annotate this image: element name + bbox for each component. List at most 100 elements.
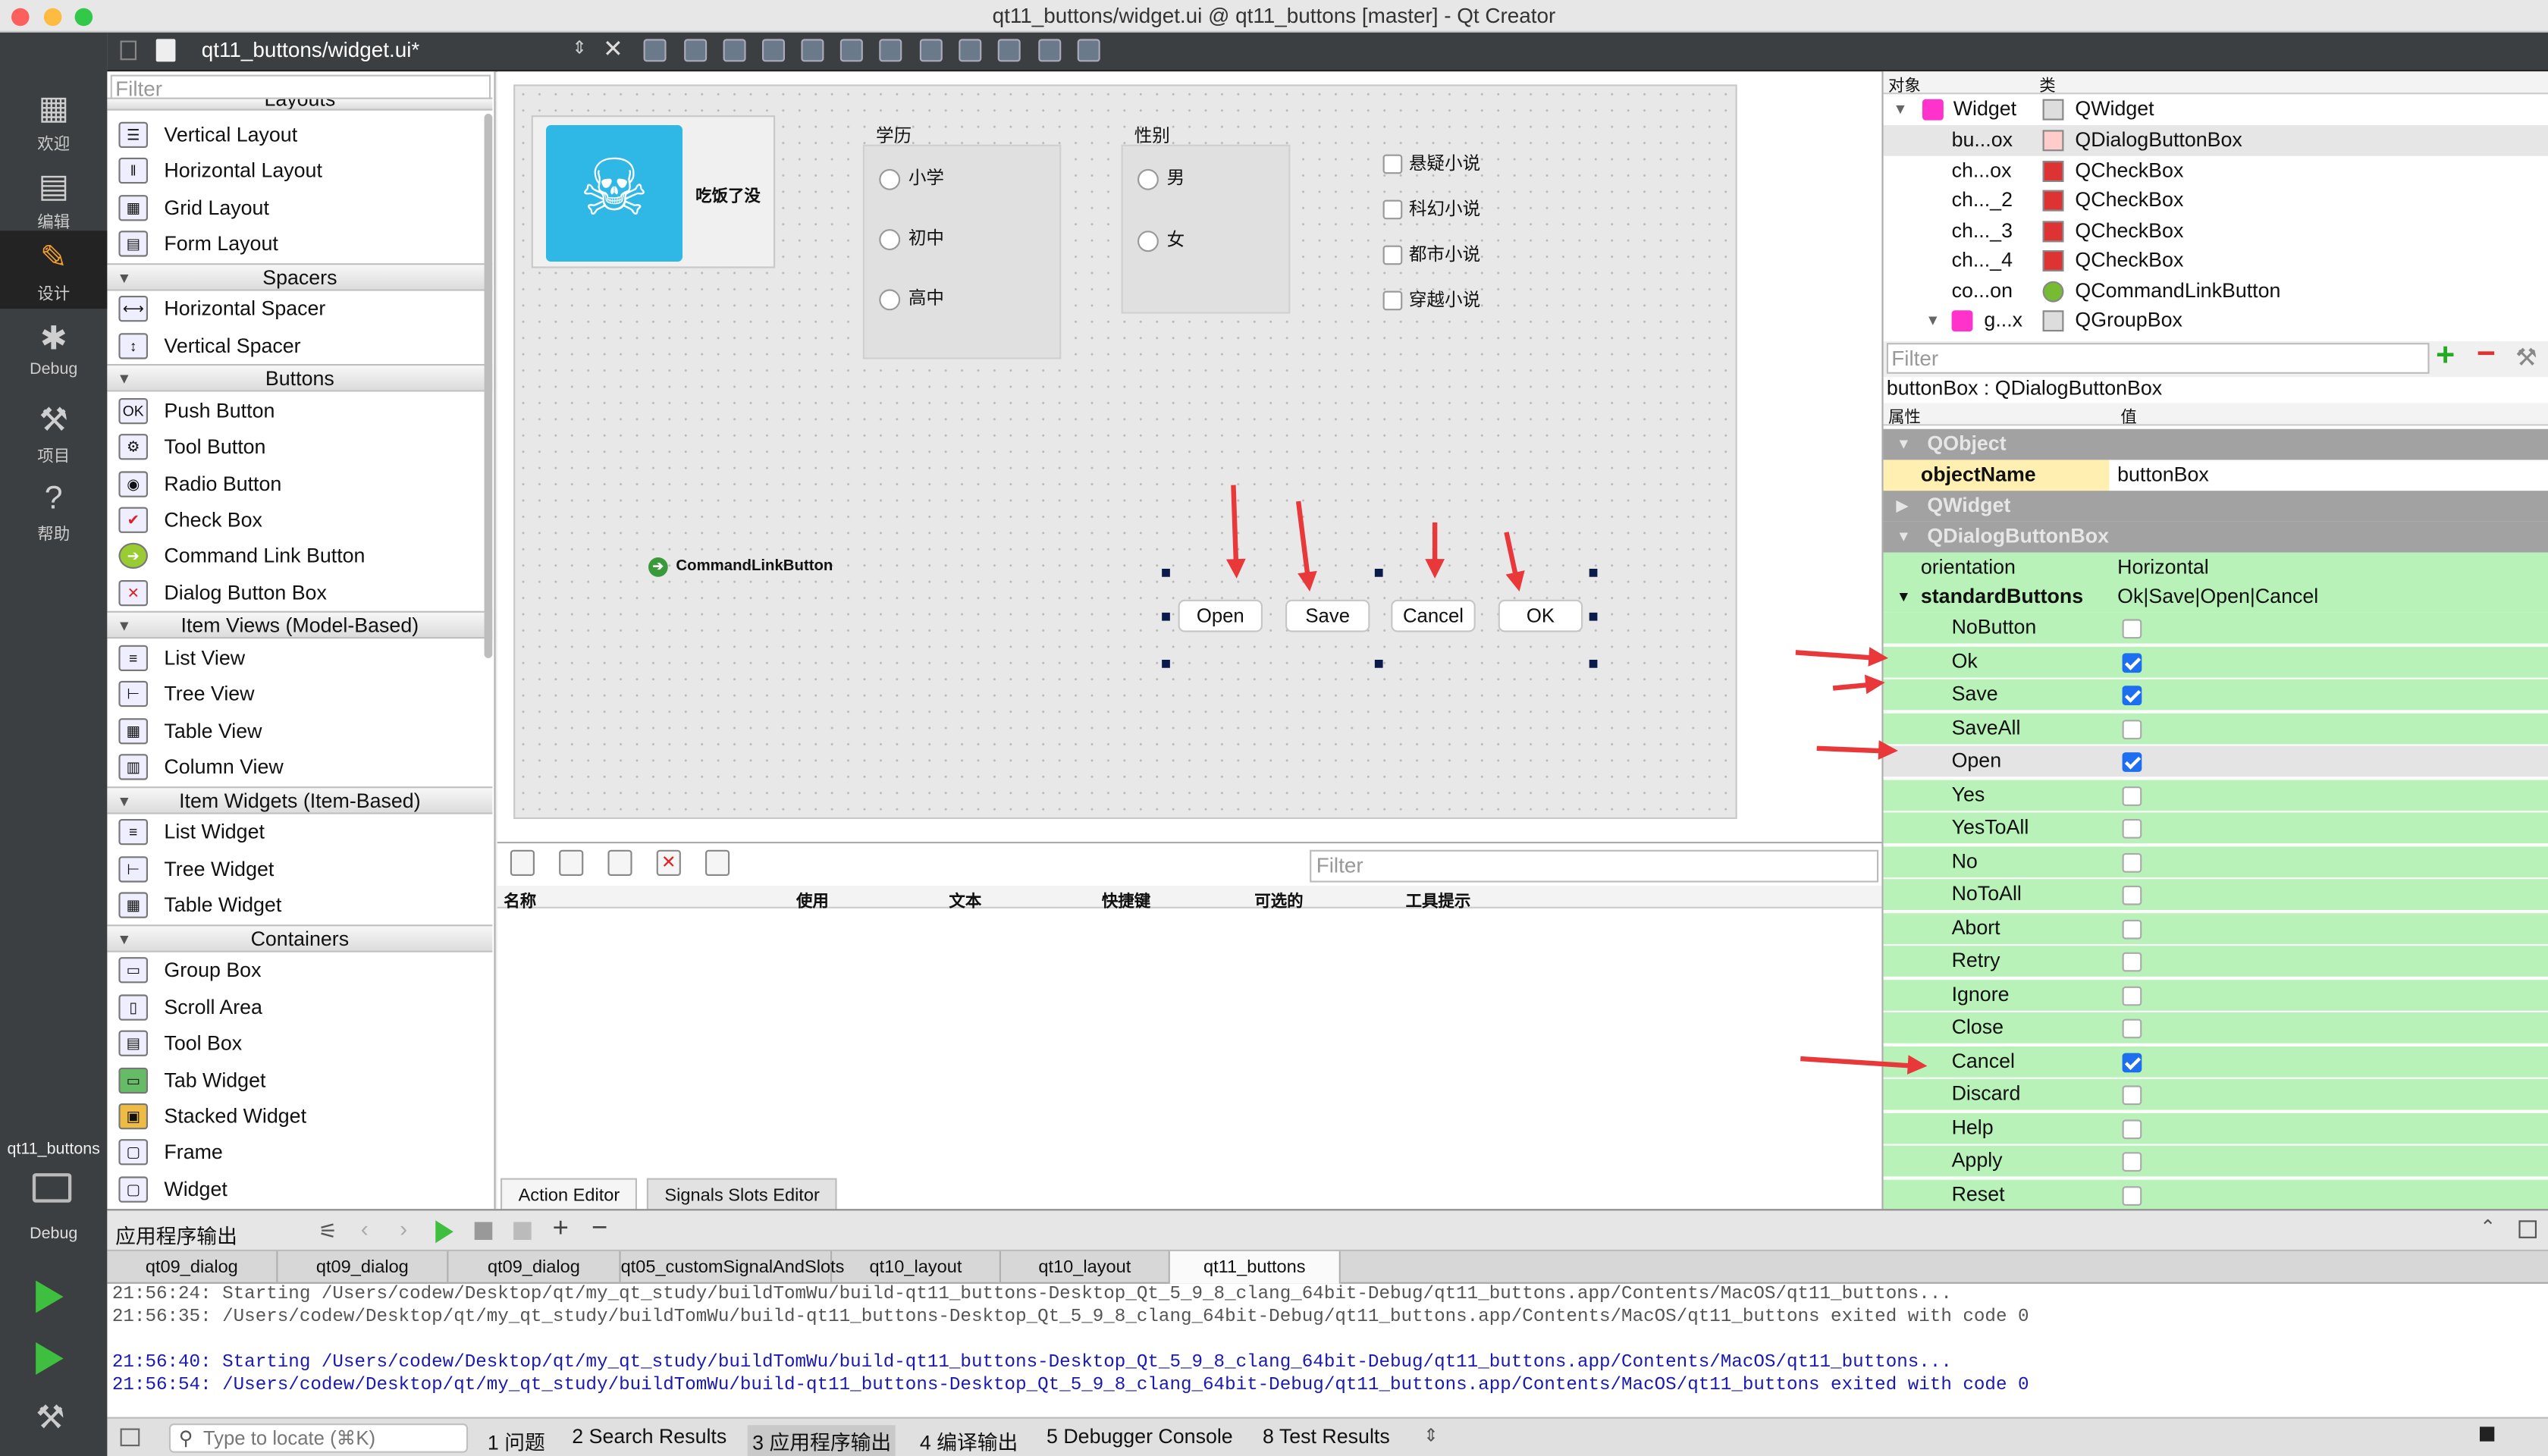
output-tab[interactable]: qt09_dialog [278, 1251, 449, 1284]
widget-item[interactable]: ▢ Widget [107, 1172, 492, 1207]
flag-row[interactable]: Abort [1883, 912, 2548, 946]
monitor-icon[interactable] [32, 1173, 72, 1203]
category-layouts[interactable]: Layouts [107, 97, 493, 111]
pane-debugger-console[interactable]: 5 Debugger Console [1046, 1425, 1233, 1448]
toggle-sidebar-icon[interactable] [120, 1428, 140, 1447]
zoom-out-icon[interactable]: − [592, 1213, 607, 1245]
mode-help[interactable]: ? 帮助 [0, 471, 107, 549]
rerun-icon[interactable] [435, 1220, 453, 1244]
tab-signals-slots[interactable]: Signals Slots Editor [646, 1178, 838, 1211]
object-row[interactable]: ch..._2 QCheckBox [1884, 185, 2548, 216]
flag-checkbox[interactable] [2122, 752, 2142, 772]
widget-item[interactable]: ▥ Column View [107, 749, 492, 785]
pane-compile-output[interactable]: 4 编译输出 [920, 1425, 1018, 1456]
flag-row[interactable]: Ignore [1883, 979, 2548, 1012]
selection-handle[interactable] [1589, 569, 1598, 577]
checkbox-scifi[interactable]: 科幻小说 [1382, 195, 1480, 221]
flag-row[interactable]: Apply [1883, 1145, 2548, 1178]
selection-handle[interactable] [1374, 660, 1383, 668]
open-button[interactable]: Open [1178, 599, 1263, 632]
category-item-views[interactable]: ▼ Item Views (Model-Based) [107, 610, 493, 639]
widget-item[interactable]: ⟷ Horizontal Spacer [107, 291, 492, 327]
maximize-panel-icon[interactable]: ⌃ [2480, 1216, 2496, 1238]
pane-app-output[interactable]: 3 应用程序输出 [747, 1425, 896, 1456]
flag-checkbox[interactable] [2122, 1052, 2142, 1072]
property-object-name[interactable]: objectName buttonBox [1883, 460, 2548, 493]
configure-wrench-icon[interactable]: ⚒ [2515, 343, 2537, 372]
widget-item[interactable]: ▣ Stacked Widget [107, 1099, 492, 1134]
maximize-window-icon[interactable] [74, 8, 93, 27]
widget-item[interactable]: ⊢ Tree View [107, 676, 492, 711]
widget-item[interactable]: ✔ Check Box [107, 502, 492, 538]
mode-edit[interactable]: ▤ 编辑 [0, 159, 107, 237]
widget-item[interactable]: ➔ Command Link Button [107, 538, 492, 573]
object-row[interactable]: ▼ g...x QGroupBox [1884, 306, 2548, 337]
build-hammer-icon[interactable]: ⚒ [36, 1398, 64, 1439]
break-layout-icon[interactable] [1038, 39, 1062, 62]
minimize-window-icon[interactable] [43, 8, 62, 27]
pane-test-results[interactable]: 8 Test Results [1263, 1425, 1390, 1448]
category-item-widgets[interactable]: ▼ Item Widgets (Item-Based) [107, 786, 493, 814]
selection-handle[interactable] [1162, 660, 1170, 668]
layout-vertical-icon[interactable] [839, 39, 863, 62]
widget-item[interactable]: OK Push Button [107, 394, 492, 429]
adjust-size-icon[interactable] [1077, 39, 1100, 62]
flag-row[interactable]: Reset [1883, 1178, 2548, 1212]
command-link-button[interactable]: ➔ CommandLinkButton [648, 557, 833, 577]
paste-action-icon[interactable] [607, 849, 632, 876]
widget-item[interactable]: ▤ Form Layout [107, 226, 492, 262]
radio-male[interactable]: 男 [1138, 164, 1185, 190]
selection-handle[interactable] [1374, 569, 1383, 577]
flag-row[interactable]: SaveAll [1883, 712, 2548, 745]
clean-icon[interactable]: ⚟ [318, 1219, 337, 1244]
close-panel-icon[interactable] [2518, 1220, 2537, 1238]
document-selector[interactable]: qt11_buttons/widget.ui* [202, 37, 420, 61]
tab-action-editor[interactable]: Action Editor [500, 1178, 638, 1211]
action-filter-input[interactable]: Filter [1310, 849, 1879, 883]
widget-box-scrollbar[interactable] [484, 114, 493, 658]
output-tab[interactable]: qt09_dialog [448, 1251, 621, 1284]
property-orientation[interactable]: orientation Horizontal [1883, 552, 2548, 585]
flag-row[interactable]: NoToAll [1883, 879, 2548, 912]
pane-search-results[interactable]: 2 Search Results [572, 1425, 726, 1448]
flag-checkbox[interactable] [2122, 1119, 2142, 1139]
widget-item[interactable]: ▦ Grid Layout [107, 190, 492, 226]
object-row[interactable]: co...on QCommandLinkButton [1884, 276, 2548, 307]
widget-item[interactable]: ☰ Vertical Layout [107, 117, 492, 152]
widget-item[interactable]: ▤ Tool Box [107, 1025, 492, 1061]
layout-horizontal-icon[interactable] [801, 39, 824, 62]
flag-row[interactable]: Retry [1883, 946, 2548, 978]
property-standard-buttons[interactable]: ▼ standardButtons Ok|Save|Open|Cancel [1883, 582, 2548, 614]
output-tab[interactable]: qt10_layout [832, 1251, 1001, 1284]
layout-grid-icon[interactable] [997, 39, 1021, 62]
flag-checkbox[interactable] [2122, 952, 2142, 972]
property-filter-input[interactable]: Filter [1886, 343, 2430, 374]
save-button[interactable]: Save [1285, 599, 1370, 632]
checkbox-urban[interactable]: 都市小说 [1382, 240, 1480, 266]
flag-row[interactable]: Open [1883, 745, 2548, 779]
output-tab[interactable]: qt05_customSignalAndSlots [621, 1251, 844, 1284]
flag-checkbox[interactable] [2122, 819, 2142, 839]
remove-dynamic-property-icon[interactable]: − [2477, 337, 2496, 374]
run-icon[interactable] [36, 1280, 64, 1313]
flag-checkbox[interactable] [2122, 1085, 2142, 1106]
close-window-icon[interactable] [11, 8, 30, 27]
edit-signals-icon[interactable] [684, 39, 708, 62]
group-qwidget[interactable]: ▶ QWidget [1883, 491, 2548, 523]
flag-row[interactable]: Discard [1883, 1078, 2548, 1112]
radio-female[interactable]: 女 [1138, 226, 1185, 252]
widget-item[interactable]: ↕ Vertical Spacer [107, 328, 492, 364]
flag-row[interactable]: Cancel [1883, 1045, 2548, 1078]
stop-icon[interactable] [474, 1222, 493, 1240]
checkbox-timetravel[interactable]: 穿越小说 [1382, 286, 1480, 312]
widget-item[interactable]: ▯ Scroll Area [107, 990, 492, 1025]
category-containers[interactable]: ▼ Containers [107, 924, 493, 952]
add-dynamic-property-icon[interactable]: + [2436, 338, 2455, 375]
form-widget[interactable]: ☠ 吃饭了没 学历 小学 初中 高中 性别 男 女 悬疑小说 科幻小说 都市小说… [513, 84, 1737, 819]
object-row[interactable]: ch..._3 QCheckBox [1884, 216, 2548, 247]
zoom-in-icon[interactable]: + [553, 1213, 569, 1245]
radio-high[interactable]: 高中 [879, 284, 944, 310]
object-row[interactable]: ▼ Widget QWidget [1884, 94, 2548, 125]
flag-checkbox[interactable] [2122, 885, 2142, 905]
mode-welcome[interactable]: ▦ 欢迎 [0, 81, 107, 159]
